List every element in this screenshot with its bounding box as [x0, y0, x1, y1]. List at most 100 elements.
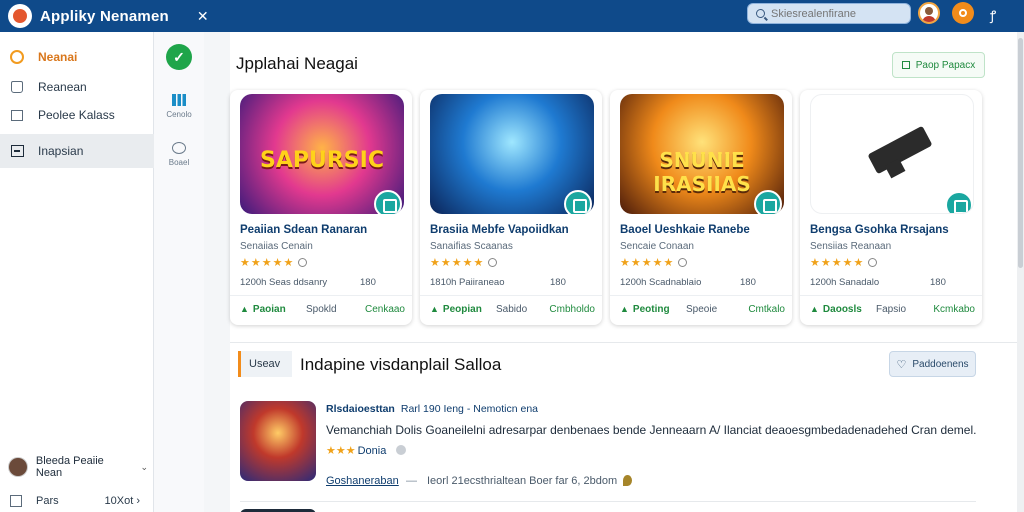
card-status[interactable]: Cmbholdo: [549, 304, 595, 315]
game-name[interactable]: Bengsa Gsohka Rrsajans: [810, 224, 949, 236]
card-action[interactable]: Fapsio: [876, 304, 906, 315]
stars-text: ★★★★★: [430, 257, 485, 269]
card-footer: Paoian Spokld Cenkaao: [240, 304, 405, 315]
install-icon[interactable]: [374, 190, 402, 214]
search-icon: [756, 9, 765, 18]
user-avatar[interactable]: [918, 2, 940, 24]
like-button[interactable]: Paoian: [240, 304, 286, 315]
rail-item-boael[interactable]: Boael: [154, 142, 204, 167]
thumbnail-title: SAPURSIC: [260, 148, 384, 173]
game-card[interactable]: Brasiia Mebfe Vapoiidkan Sanaifias Scaan…: [420, 90, 602, 325]
sidebar-item-label: Inapsian: [38, 144, 84, 158]
clock-icon: [678, 258, 688, 267]
game-meta: 1200h Seas ddsanry 180: [240, 277, 400, 288]
scrollbar[interactable]: [1017, 32, 1024, 512]
list-item-tagline: Rarl 190 Ieng - Nemoticn ena: [400, 403, 539, 415]
weapon-icon: [867, 125, 933, 175]
footer-version: 10Xot ›: [105, 495, 140, 507]
section-button[interactable]: Paddoenens: [889, 351, 976, 377]
page-action-button[interactable]: Paop Papacx: [892, 52, 985, 78]
game-name[interactable]: Baoel Ueshkaie Ranebe: [620, 224, 750, 236]
game-name[interactable]: Brasiia Mebfe Vapoiidkan: [430, 224, 569, 236]
featured-section: Useav Indapine visdanplail Salloa Paddoe…: [230, 342, 1017, 512]
game-card[interactable]: Bengsa Gsohka Rrsajans Sensiias Reanaan …: [800, 90, 982, 325]
game-name[interactable]: Peaiian Sdean Ranaran: [240, 224, 367, 236]
list-item-thumbnail[interactable]: [240, 401, 316, 481]
divider: [230, 295, 412, 296]
search-input[interactable]: [771, 7, 901, 20]
tool-rail: ✓ Cenolo Boael: [154, 32, 204, 512]
stars-text: ★★★: [326, 445, 356, 457]
card-action[interactable]: Sabido: [496, 304, 527, 315]
like-button[interactable]: Peoting: [620, 304, 670, 315]
check-button[interactable]: ✓: [166, 44, 192, 70]
divider: [800, 295, 982, 296]
list-item-description: Vemanchiah Dolis Goaneilelni adresarpar …: [326, 423, 977, 437]
profile-switcher[interactable]: Bleeda Peaiie Nean ⌄: [8, 455, 148, 479]
install-icon[interactable]: [564, 190, 592, 214]
game-subtitle: Sencaie Conaan: [620, 241, 694, 252]
meta-right: 180: [550, 277, 566, 288]
meta-left: 1200h Seas ddsanry: [240, 277, 328, 288]
card-status[interactable]: Cmtkalo: [748, 304, 785, 315]
install-icon[interactable]: [754, 190, 782, 214]
page-action-label: Paop Papacx: [915, 59, 976, 71]
clock-icon: [488, 258, 498, 267]
sidebar-item-home[interactable]: Neanai: [0, 44, 154, 70]
settings-icon[interactable]: ꝭ: [990, 6, 996, 24]
list-item-link[interactable]: Goshaneraban: [326, 475, 399, 487]
game-thumbnail[interactable]: SAPURSIC: [240, 94, 404, 214]
list-item-meta: — Ieorl 21ecsthrialtean Boer far 6, 2bdom: [406, 475, 633, 487]
game-thumbnail[interactable]: [430, 94, 594, 214]
clock-icon: [868, 258, 878, 267]
stars-text: ★★★★★: [240, 257, 295, 269]
rail-item-cenolo[interactable]: Cenolo: [154, 94, 204, 119]
game-meta: 1200h Sanadalo 180: [810, 277, 970, 288]
like-button[interactable]: Peopian: [430, 304, 482, 315]
rating-stars: ★★★★★: [240, 256, 308, 269]
sidebar-item-label: Peolee Kalass: [38, 108, 115, 122]
install-icon[interactable]: [945, 191, 973, 213]
title-bar: Appliky Nenamen ✕ ꝭ: [0, 0, 1024, 32]
profile-name: Bleeda Peaiie Nean: [35, 455, 104, 479]
meta-text: Ieorl 21ecsthrialtean Boer far 6, 2bdom: [427, 475, 618, 487]
close-icon[interactable]: ✕: [197, 8, 209, 25]
sidebar-item-peolee[interactable]: Peolee Kalass: [0, 102, 154, 128]
meta-left: 1200h Sanadalo: [810, 277, 880, 288]
meta-right: 180: [930, 277, 946, 288]
card-action[interactable]: Speoie: [686, 304, 717, 315]
chart-icon: [172, 94, 186, 106]
like-button[interactable]: Daoosls: [810, 304, 862, 315]
card-status[interactable]: Kcmkabo: [933, 304, 975, 315]
rating-stars: ★★★★★: [430, 256, 498, 269]
thumbnail-title: SNUNIE IRASIIAS: [653, 148, 751, 196]
avatar: [8, 457, 28, 477]
sidebar-footer[interactable]: Pars 10Xot ›: [10, 490, 150, 512]
exit-icon: [10, 495, 22, 507]
sidebar-item-inapsian[interactable]: Inapsian: [0, 134, 154, 168]
scrollbar-thumb[interactable]: [1018, 38, 1023, 268]
notification-button[interactable]: [952, 2, 974, 24]
meta-left: 1200h Scadnablaio: [620, 277, 702, 288]
stars-text: ★★★★★: [620, 257, 675, 269]
page-title: Jpplahai Neagai: [236, 54, 358, 73]
search-box[interactable]: [747, 3, 911, 24]
game-subtitle: Sanaifias Scaanas: [430, 241, 513, 252]
sidebar: Neanai Reanean Peolee Kalass Inapsian Bl…: [0, 32, 154, 512]
divider: [420, 295, 602, 296]
card-status[interactable]: Cenkaao: [365, 304, 405, 315]
meta-right: 180: [360, 277, 376, 288]
game-thumbnail[interactable]: SNUNIE IRASIIAS: [620, 94, 784, 214]
divider: [240, 501, 976, 502]
list-item-title[interactable]: Rlsdaioesttan Rarl 190 Ieng - Nemoticn en…: [326, 403, 538, 415]
app-logo-icon: [8, 4, 32, 28]
game-subtitle: Sensiias Reanaan: [810, 241, 892, 252]
game-thumbnail[interactable]: [810, 94, 974, 214]
section-tag[interactable]: Useav: [238, 351, 292, 377]
game-card[interactable]: SNUNIE IRASIIAS Baoel Ueshkaie Ranebe Se…: [610, 90, 792, 325]
game-card[interactable]: SAPURSIC Peaiian Sdean Ranaran Senaiias …: [230, 90, 412, 325]
section-title: Indapine visdanplail Salloa: [300, 355, 502, 374]
sidebar-item-reanean[interactable]: Reanean: [0, 74, 154, 100]
card-action[interactable]: Spokld: [306, 304, 337, 315]
card-footer: Peopian Sabido Cmbholdo: [430, 304, 595, 315]
